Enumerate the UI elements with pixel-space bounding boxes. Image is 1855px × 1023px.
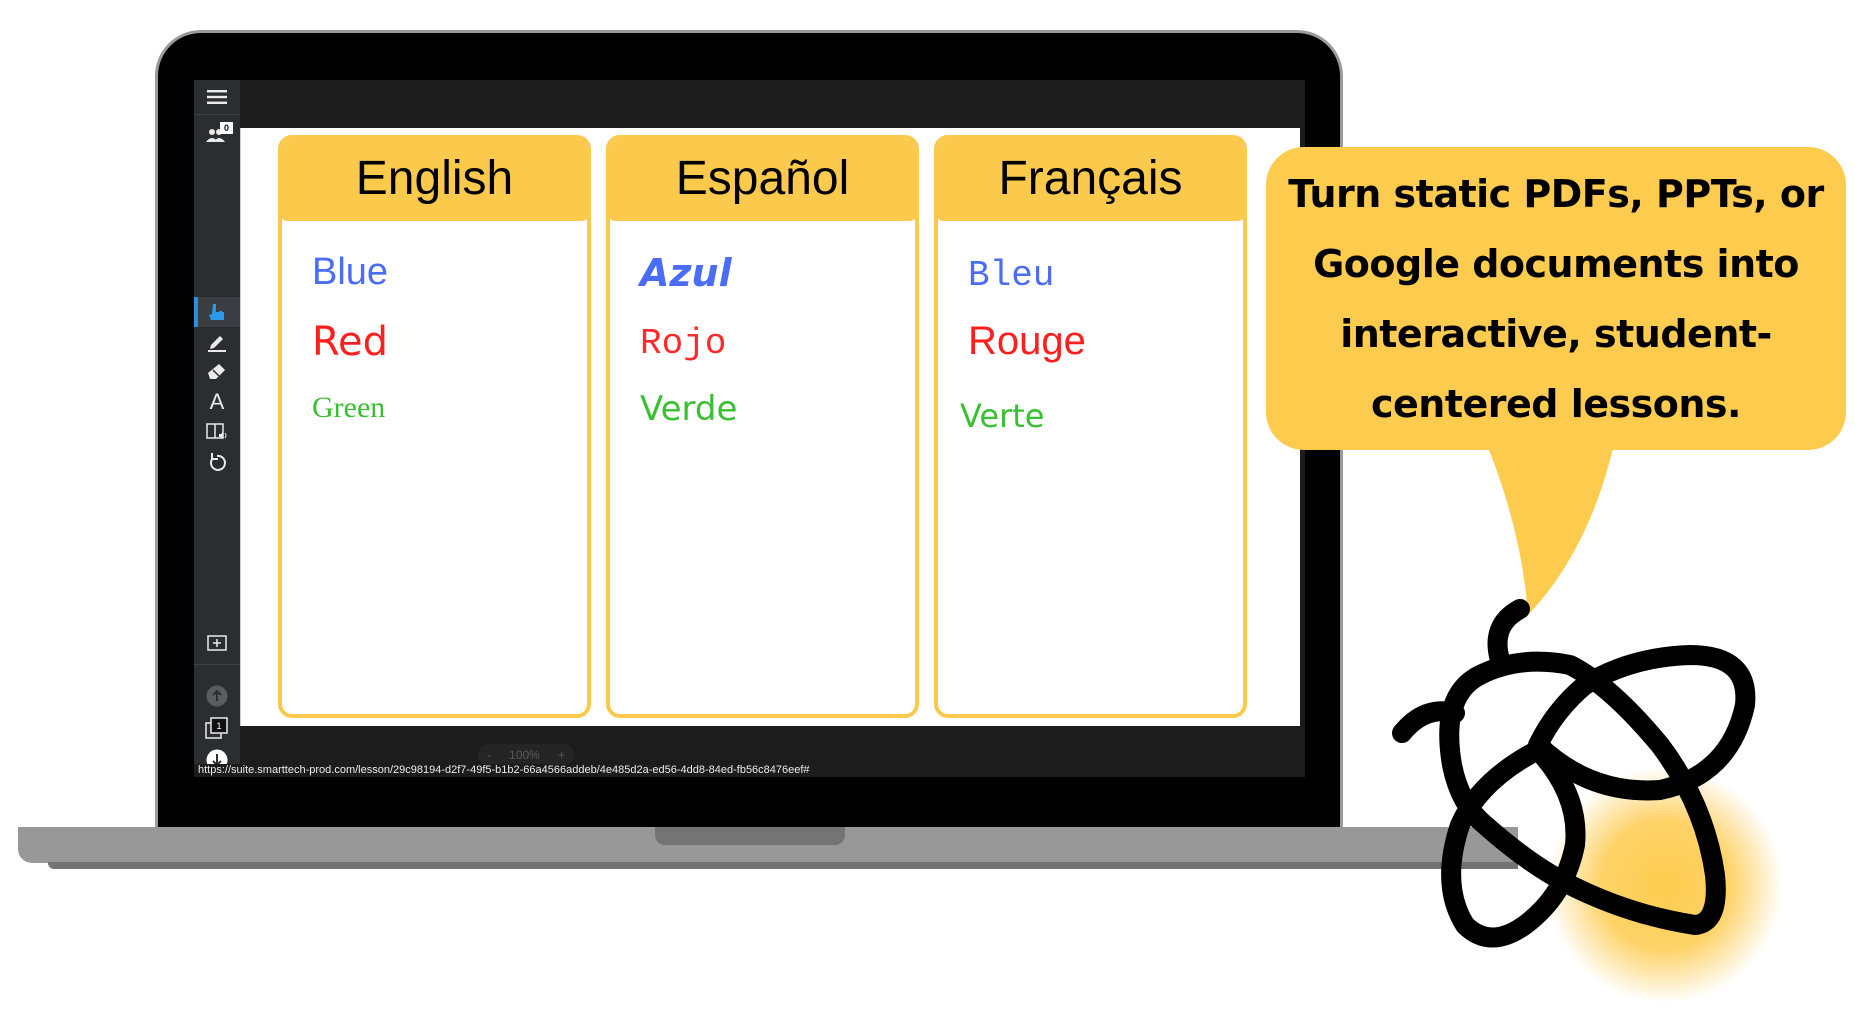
word-verte[interactable]: Verte [960, 397, 1044, 435]
word-azul[interactable]: Azul [640, 251, 732, 295]
laptop-base-strip [48, 862, 1518, 869]
app-screen: 0 A 1 English Blue Red Green Español Azu… [194, 80, 1305, 777]
card-title: English [282, 139, 587, 221]
lesson-canvas[interactable]: English Blue Red Green Español Azul Rojo… [240, 128, 1300, 726]
sidebar-divider [194, 664, 240, 665]
card-francais[interactable]: Français Bleu Rouge Verte [934, 135, 1247, 718]
card-title: Español [610, 139, 915, 221]
tool-sidebar: 0 A 1 [194, 80, 240, 771]
zoom-in-button[interactable]: + [558, 748, 565, 762]
participants-count-badge: 0 [220, 122, 233, 134]
eraser-icon[interactable] [194, 357, 240, 387]
pages-icon[interactable]: 1 [194, 713, 240, 743]
menu-icon[interactable] [194, 82, 240, 112]
page-number: 1 [216, 721, 221, 731]
zoom-out-button[interactable]: - [487, 748, 491, 762]
word-green[interactable]: Green [312, 391, 385, 425]
undo-icon[interactable] [194, 447, 240, 477]
word-bleu[interactable]: Bleu [968, 255, 1054, 296]
word-rojo[interactable]: Rojo [640, 323, 726, 364]
previous-page-icon[interactable] [194, 681, 240, 711]
laptop-notch [655, 827, 845, 845]
add-page-icon[interactable] [194, 628, 240, 658]
zoom-control: - 100% + [478, 744, 574, 766]
bubble-text: Turn static PDFs, PPTs, or Google docume… [1288, 171, 1824, 426]
word-red[interactable]: Red [312, 319, 388, 365]
word-rouge[interactable]: Rouge [968, 319, 1086, 364]
status-url: https://suite.smarttech-prod.com/lesson/… [194, 764, 814, 777]
text-icon[interactable]: A [194, 387, 240, 417]
bee-antenna-top [1487, 599, 1530, 670]
speech-bubble: Turn static PDFs, PPTs, or Google docume… [1266, 147, 1846, 450]
bee-logo-icon [1392, 599, 1780, 1003]
word-verde[interactable]: Verde [640, 389, 737, 429]
select-hand-icon[interactable] [194, 297, 240, 327]
menu-area [194, 80, 240, 115]
participants-icon[interactable] [194, 120, 240, 150]
read-aloud-icon[interactable] [194, 417, 240, 447]
pen-icon[interactable] [194, 327, 240, 357]
zoom-level: 100% [509, 748, 540, 762]
word-blue[interactable]: Blue [312, 251, 388, 294]
card-title: Français [938, 139, 1243, 221]
card-english[interactable]: English Blue Red Green [278, 135, 591, 718]
card-espanol[interactable]: Español Azul Rojo Verde [606, 135, 919, 718]
